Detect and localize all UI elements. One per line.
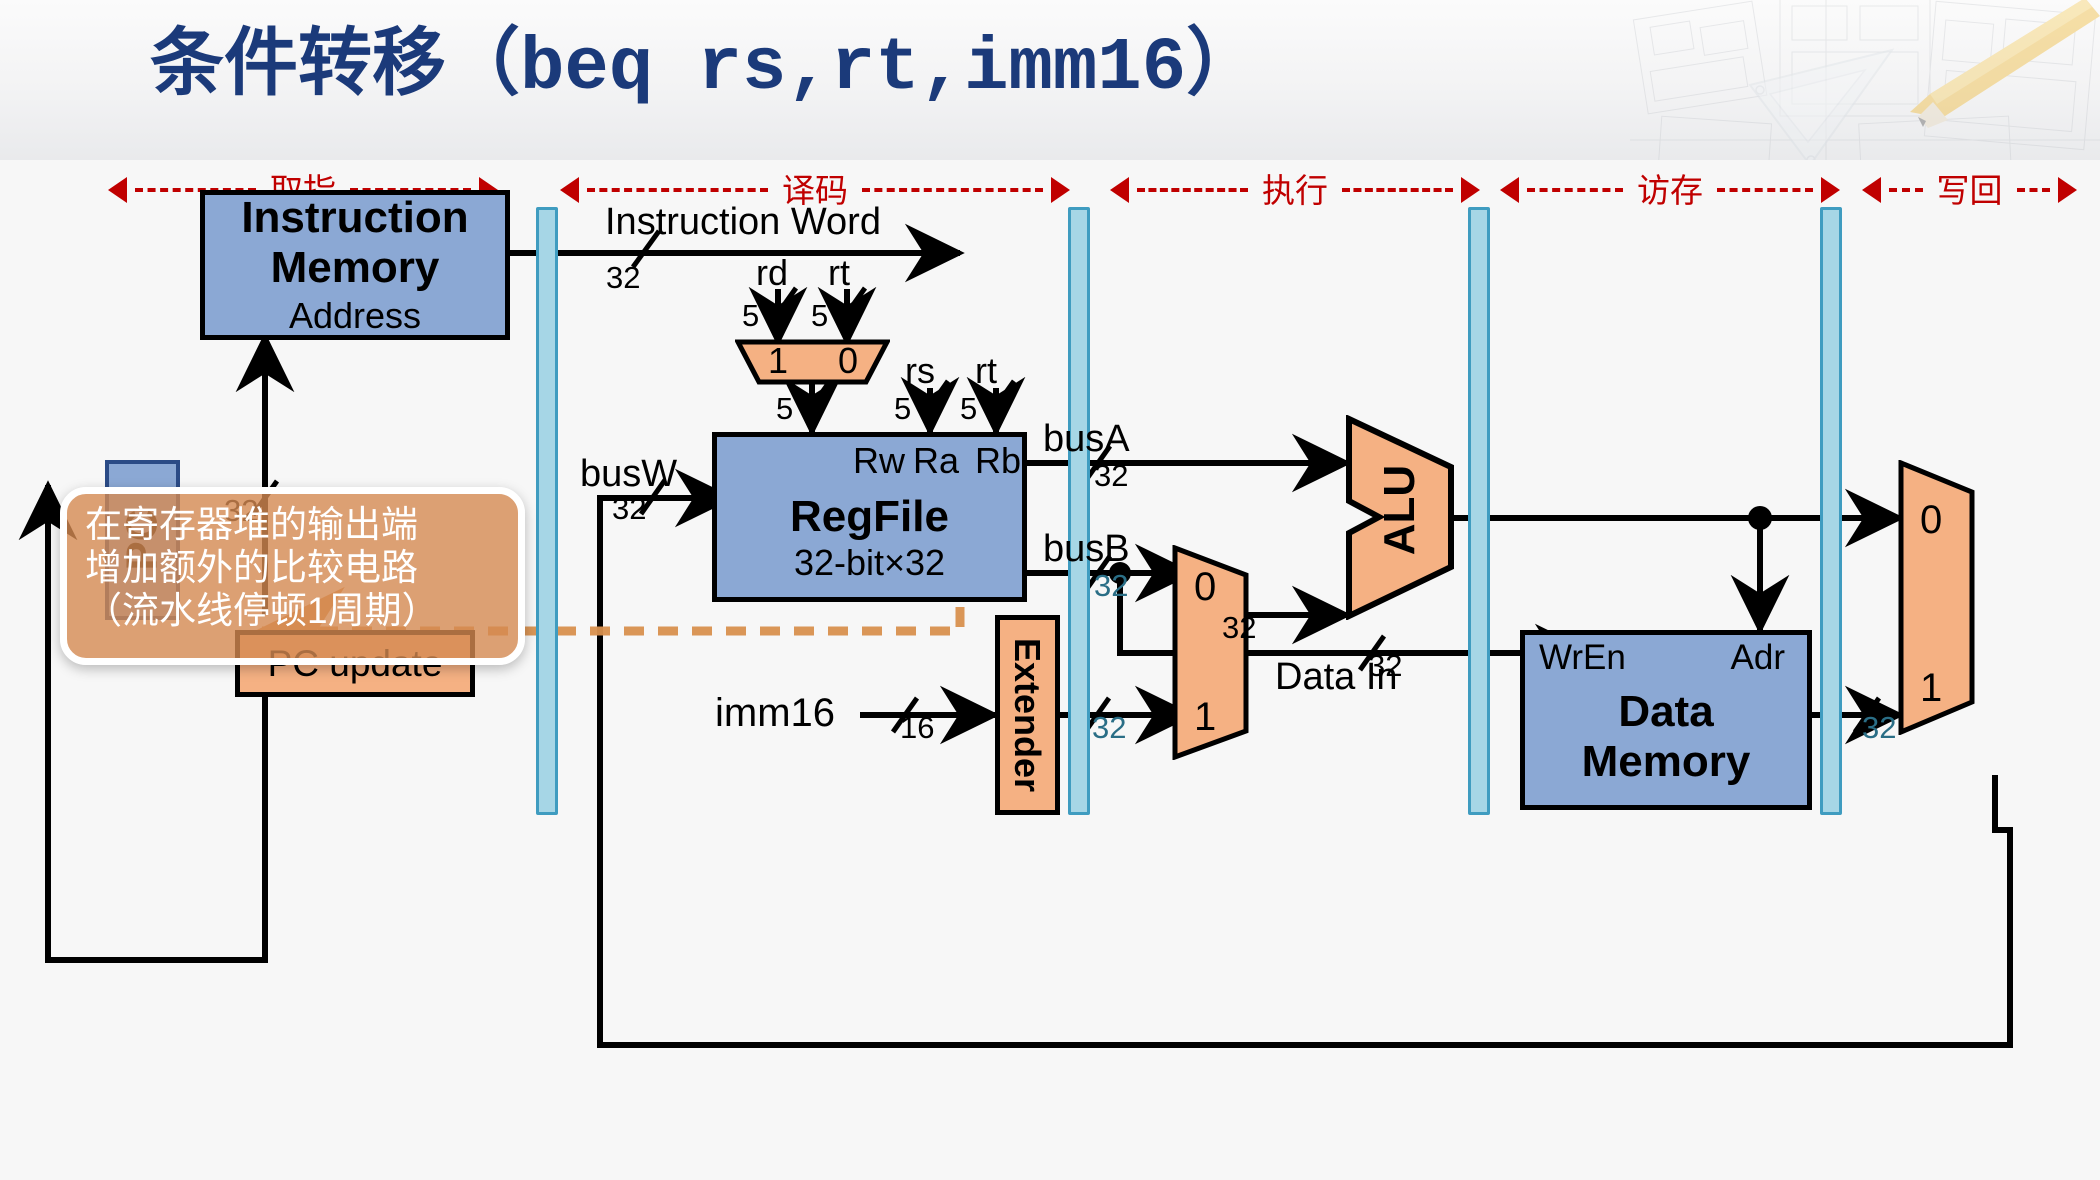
dmem-port-adr: Adr [1730,638,1785,677]
alu-mux-label-0: 0 [1194,565,1217,609]
slide-root: 条件转移（beq rs,rt,imm16） 取指 译码 执行 访存 写回 [0,0,2100,1180]
arrow-left-icon [108,177,127,203]
title-code: beq rs,rt,imm16 [520,27,1187,111]
callout-line-2: 增加额外的比较电路 [85,546,418,588]
datapath-diagram: Instruction Memory Address PC PC update … [0,190,2100,1165]
width-busW: 32 [612,491,647,526]
pipeline-register-id-ex [1068,207,1090,815]
width-dmem-out: 32 [1862,710,1897,745]
regfile-port-rw: Rw [853,440,905,481]
annotation-callout[interactable]: 在寄存器堆的输出端 增加额外的比较电路 （流水线停顿1周期） [60,487,525,665]
callout-line-3: （流水线停顿1周期） [85,589,439,631]
width-rw-sel: 5 [776,391,794,426]
width-rd-sel: 5 [742,298,760,333]
width-busA: 32 [1094,458,1129,493]
stage-label-text: 写回 [1936,171,2003,209]
label-instruction-word: Instruction Word [605,201,881,243]
stage-execute: 执行 [1110,168,1480,212]
arrow-right-icon [1461,177,1480,203]
rw-mux-label-1: 1 [768,340,789,381]
dash-line [1717,188,1813,192]
rw-mux[interactable]: 1 0 [735,339,890,385]
arrow-left-icon [1500,177,1519,203]
blueprint-pencil-decoration [1630,0,2100,160]
width-imm16-in: 16 [900,710,935,745]
width-busB: 32 [1094,568,1129,603]
dmem-port-wren: WrEn [1539,638,1626,677]
label-rt-rb: rt [975,350,997,391]
pipeline-register-mem-wb [1820,207,1842,815]
extender-block[interactable]: Extender [995,615,1060,815]
alu-input-mux[interactable]: 0 1 [1172,545,1250,760]
stage-label-text: 访存 [1637,171,1703,209]
title-close: ） [1186,21,1261,104]
width-rt-sel: 5 [811,298,829,333]
arrow-left-icon [1110,177,1129,203]
arrow-right-icon [1821,177,1840,203]
stage-label-text: 执行 [1262,171,1328,209]
imem-title-line1: Instruction [241,193,469,242]
width-alu-in-b: 32 [1222,610,1257,645]
wb-mux-label-1: 1 [1920,666,1943,710]
stage-writeback: 写回 [1862,168,2077,212]
callout-line-1: 在寄存器堆的输出端 [85,504,418,545]
arrow-right-icon [1051,177,1070,203]
data-memory-block[interactable]: WrEn Adr Data Memory [1520,630,1812,810]
arrow-left-icon [1862,177,1881,203]
dash-line [1889,188,1923,192]
arrow-right-icon [2058,177,2077,203]
regfile-subtitle: 32-bit×32 [793,542,946,583]
dmem-title-line1: Data [1618,687,1714,736]
label-rt-mux: rt [828,252,850,293]
label-busB: busB [1043,528,1130,570]
alu-mux-label-1: 1 [1194,695,1217,739]
regfile-block[interactable]: Rw Ra Rb RegFile 32-bit×32 [712,432,1027,602]
label-rs: rs [905,350,935,391]
label-busA: busA [1043,418,1130,460]
width-data-in: 32 [1368,648,1403,683]
regfile-port-ra: Ra [913,440,960,481]
extender-label: Extender [1007,637,1049,793]
header-band: 条件转移（beq rs,rt,imm16） [0,0,2100,160]
dash-line [587,188,768,192]
instruction-memory-block[interactable]: Instruction Memory Address [200,190,510,340]
dash-line [862,188,1043,192]
writeback-mux[interactable]: 0 1 [1898,460,1976,735]
regfile-port-rb: Rb [975,440,1022,481]
title-cn: 条件转移（ [150,21,520,104]
pipeline-register-ex-mem [1468,207,1490,815]
width-imem-out: 32 [606,260,641,295]
width-ext-out: 32 [1092,710,1127,745]
dash-line [1342,188,1453,192]
dash-line [2016,188,2050,192]
dash-line [1137,188,1248,192]
regfile-title: RegFile [790,492,949,541]
alu-label: ALU [1375,464,1424,556]
stage-memory: 访存 [1500,168,1840,212]
imem-title-line2: Memory [270,243,440,292]
width-rs-sel: 5 [894,391,912,426]
label-rd: rd [756,252,789,293]
width-rb-sel: 5 [960,391,978,426]
arrow-left-icon [560,177,579,203]
rw-mux-label-0: 0 [838,340,859,381]
pipeline-register-if-id [536,207,558,815]
label-imm16: imm16 [715,691,836,735]
imem-port-address: Address [288,295,422,336]
label-busW: busW [580,453,678,495]
dash-line [1527,188,1623,192]
page-title: 条件转移（beq rs,rt,imm16） [150,26,1260,107]
dmem-title-line2: Memory [1581,737,1751,786]
alu-block[interactable]: ALU [1345,415,1455,620]
wb-mux-label-0: 0 [1920,498,1943,542]
